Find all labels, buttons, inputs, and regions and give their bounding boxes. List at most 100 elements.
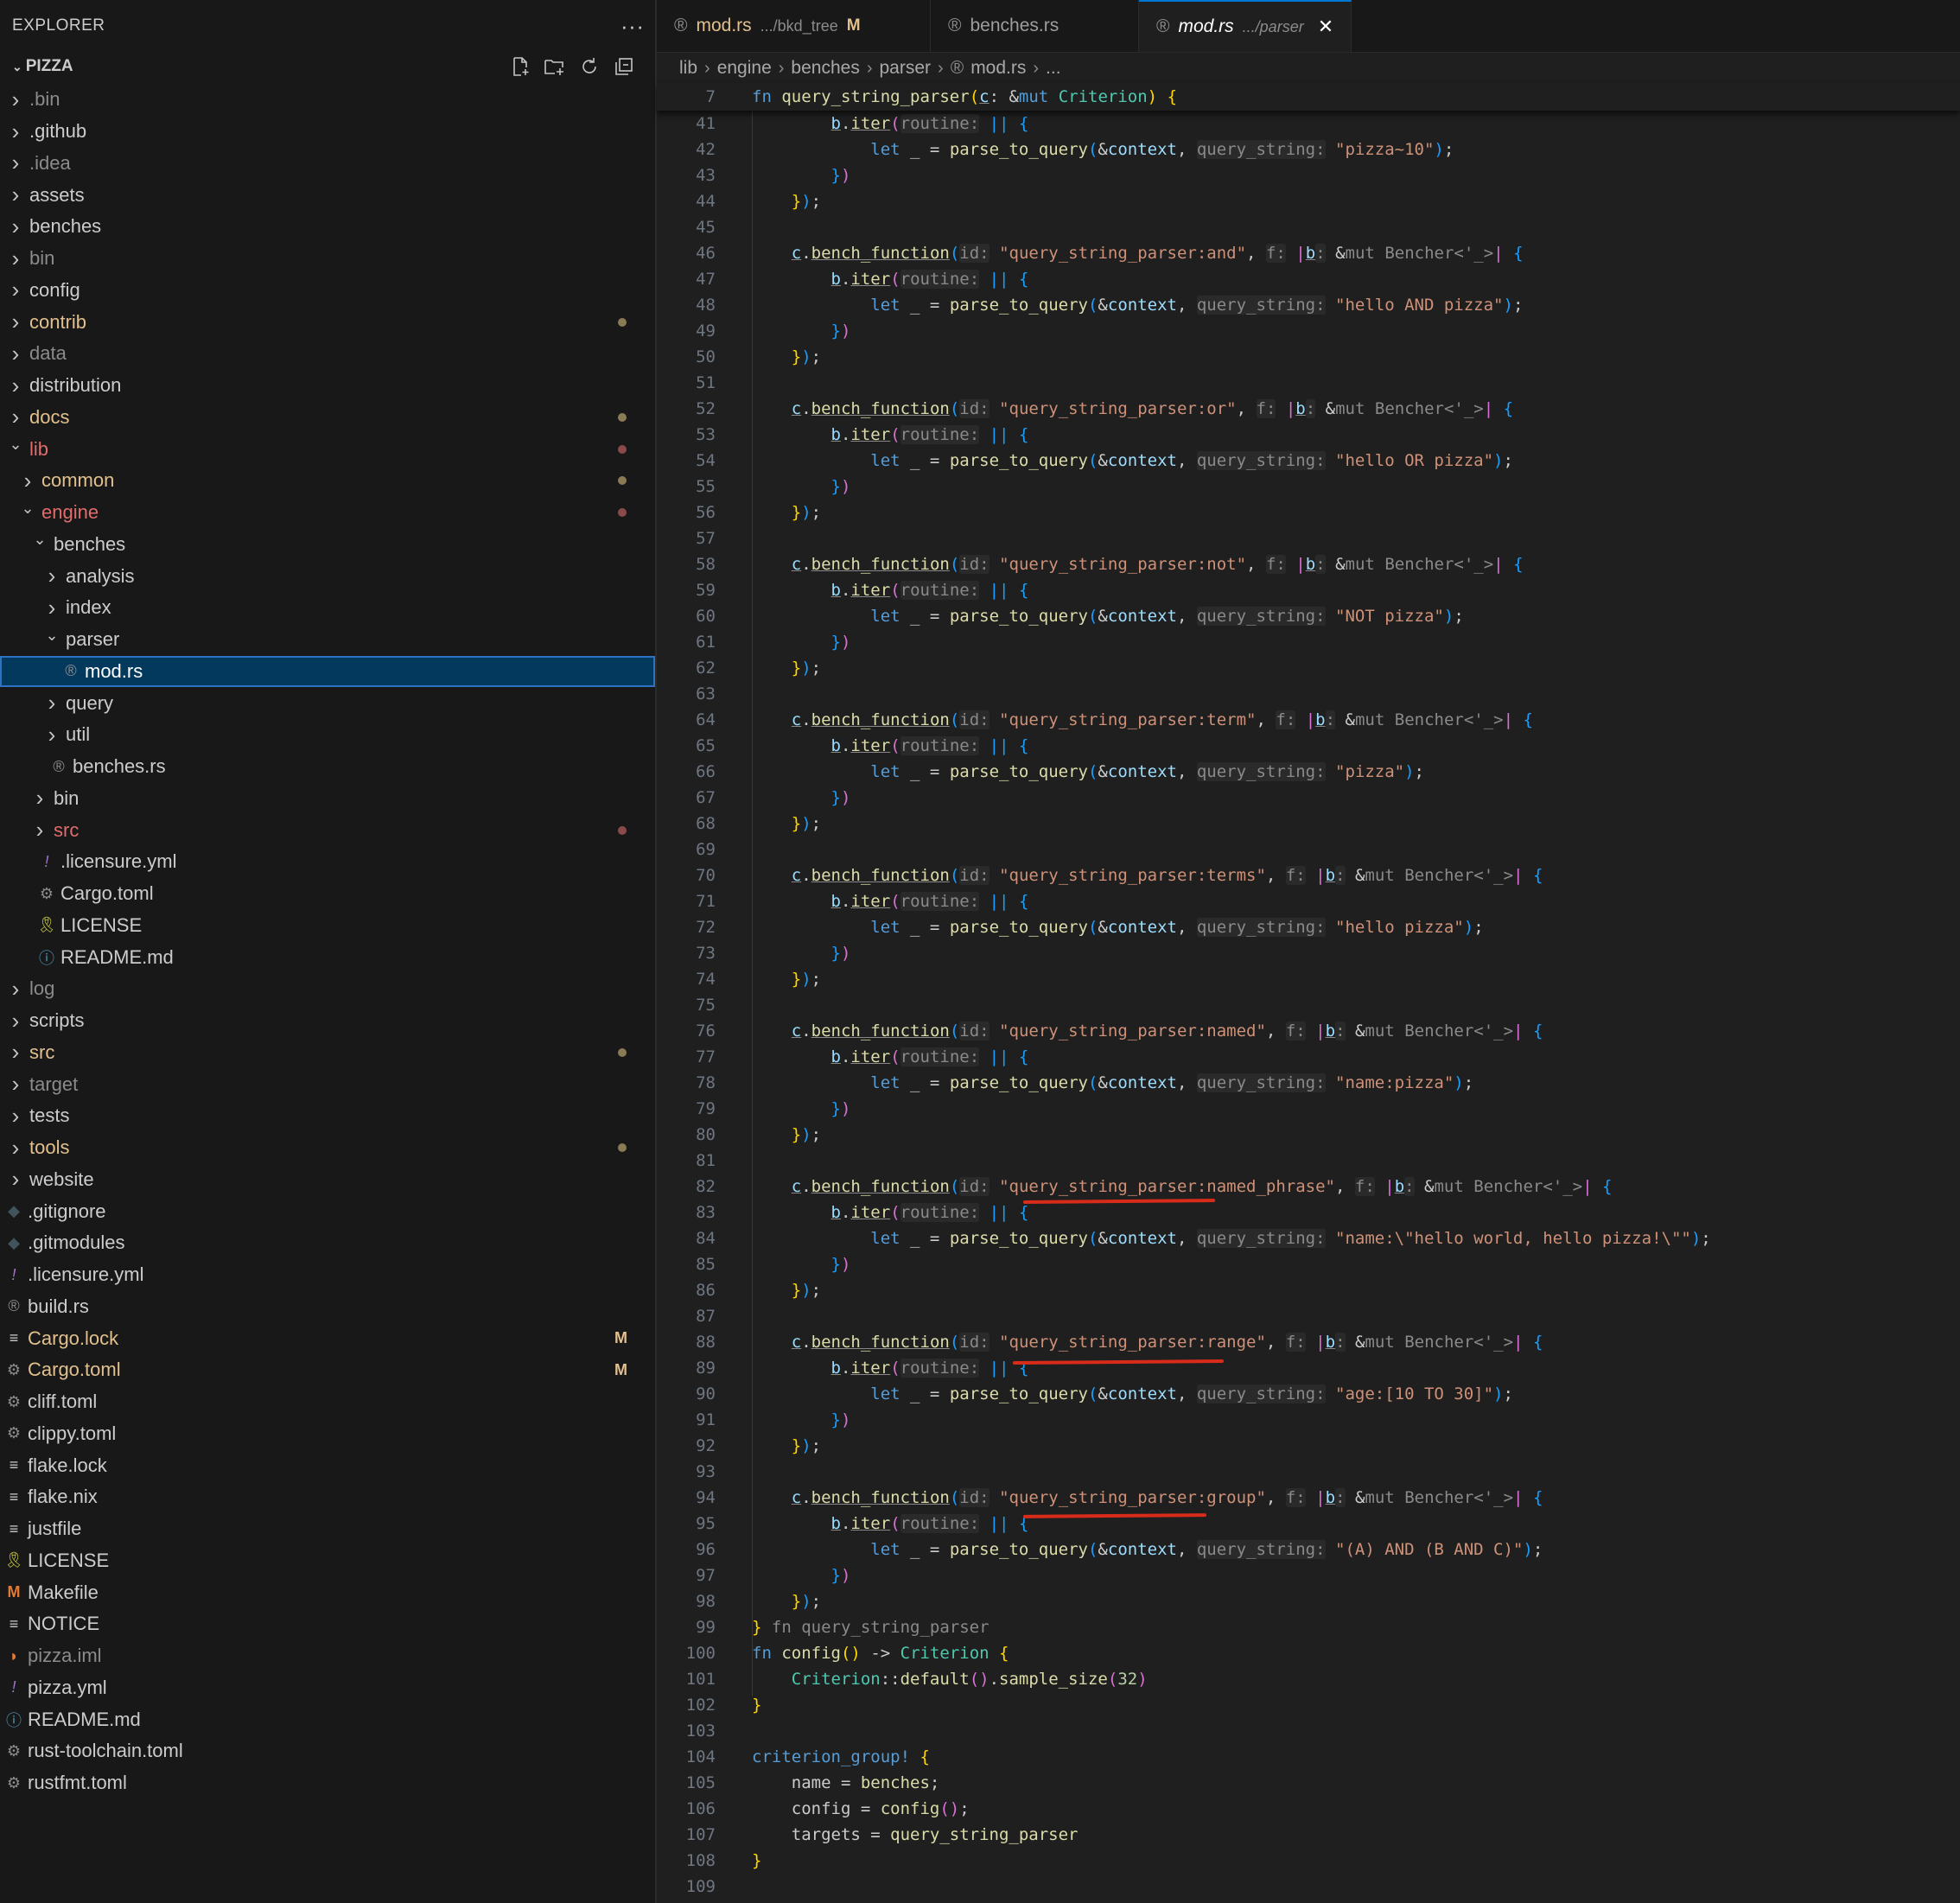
chevron-right-icon[interactable]: › xyxy=(7,150,24,176)
chevron-down-icon[interactable]: ⌄ xyxy=(7,436,24,454)
tree-file[interactable]: ® benches.rs xyxy=(0,751,655,783)
close-icon[interactable]: ✕ xyxy=(1318,16,1333,38)
chevron-down-icon[interactable]: ⌄ xyxy=(19,500,36,518)
project-section-header[interactable]: ⌄ PIZZA xyxy=(0,52,655,81)
chevron-right-icon[interactable]: › xyxy=(7,372,24,399)
tree-folder[interactable]: › analysis xyxy=(0,560,655,592)
chevron-right-icon[interactable]: › xyxy=(19,468,36,494)
tree-folder[interactable]: › target xyxy=(0,1068,655,1100)
tree-folder[interactable]: › scripts xyxy=(0,1005,655,1037)
chevron-right-icon[interactable]: › xyxy=(7,341,24,367)
tree-file[interactable]: ◗ pizza.iml xyxy=(0,1640,655,1672)
tab-mod-rs[interactable]: ® mod.rs .../parser ✕ xyxy=(1139,0,1352,52)
chevron-right-icon[interactable]: › xyxy=(7,976,24,1002)
tree-file[interactable]: ⚙ cliff.toml xyxy=(0,1386,655,1418)
tree-file[interactable]: ⚙ Cargo.toml xyxy=(0,878,655,910)
new-file-icon[interactable] xyxy=(508,54,532,79)
tree-file[interactable]: ⚙ rustfmt.toml xyxy=(0,1767,655,1799)
tree-folder[interactable]: › log xyxy=(0,973,655,1005)
breadcrumb-item[interactable]: mod.rs xyxy=(970,58,1026,79)
code-view[interactable]: 7 fn query_string_parser(c: &mut Criterio… xyxy=(657,83,1960,1900)
more-actions-icon[interactable]: ··· xyxy=(620,13,655,40)
chevron-right-icon[interactable]: › xyxy=(7,1135,24,1162)
tree-file[interactable]: ! .licensure.yml xyxy=(0,846,655,878)
tree-folder[interactable]: ⌄ benches xyxy=(0,529,655,561)
tree-folder[interactable]: › common xyxy=(0,465,655,497)
chevron-right-icon[interactable]: › xyxy=(7,1071,24,1098)
tree-file[interactable]: ® build.rs xyxy=(0,1291,655,1323)
tree-file[interactable]: ! pizza.yml xyxy=(0,1672,655,1704)
tree-folder[interactable]: ⌄ parser xyxy=(0,624,655,656)
tree-folder[interactable]: › assets xyxy=(0,179,655,211)
tree-folder[interactable]: ⌄ engine xyxy=(0,497,655,529)
tree-file[interactable]: ⚙ clippy.toml xyxy=(0,1418,655,1450)
chevron-right-icon[interactable]: › xyxy=(7,1039,24,1066)
chevron-right-icon[interactable]: › xyxy=(7,309,24,335)
chevron-right-icon[interactable]: › xyxy=(43,595,60,621)
tree-folder[interactable]: › util xyxy=(0,719,655,751)
tree-folder[interactable]: › .bin xyxy=(0,84,655,116)
chevron-down-icon[interactable]: ⌄ xyxy=(43,627,60,645)
tree-file[interactable]: ! .licensure.yml xyxy=(0,1259,655,1291)
tree-file[interactable]: ⓘ README.md xyxy=(0,1703,655,1735)
tree-file[interactable]: ⓘ README.md xyxy=(0,941,655,973)
tree-file[interactable]: ⚙ Cargo.toml M xyxy=(0,1354,655,1386)
chevron-right-icon[interactable]: › xyxy=(7,118,24,145)
tree-file[interactable]: ◆ .gitignore xyxy=(0,1195,655,1227)
tree-folder[interactable]: › .idea xyxy=(0,148,655,180)
chevron-right-icon[interactable]: › xyxy=(31,785,48,811)
tree-folder[interactable]: › distribution xyxy=(0,370,655,402)
tab-benches-rs[interactable]: ® benches.rs xyxy=(931,0,1139,52)
tree-file[interactable]: ≡ NOTICE xyxy=(0,1608,655,1640)
chevron-right-icon[interactable]: › xyxy=(7,1008,24,1034)
tree-file[interactable]: 🎗 LICENSE xyxy=(0,1545,655,1577)
refresh-icon[interactable] xyxy=(577,54,601,79)
tree-file[interactable]: ≡ Cargo.lock M xyxy=(0,1322,655,1354)
chevron-right-icon[interactable]: › xyxy=(7,1103,24,1130)
tree-folder[interactable]: › config xyxy=(0,275,655,307)
tree-folder[interactable]: › tools xyxy=(0,1132,655,1164)
tree-folder[interactable]: › data xyxy=(0,338,655,370)
tree-file[interactable]: ◆ .gitmodules xyxy=(0,1227,655,1259)
tab-mod-rs[interactable]: ® mod.rs .../bkd_tree M xyxy=(657,0,931,52)
chevron-right-icon[interactable]: › xyxy=(7,277,24,303)
tree-file[interactable]: ® mod.rs xyxy=(0,655,655,688)
chevron-right-icon[interactable]: › xyxy=(43,690,60,716)
tree-file[interactable]: ⚙ rust-toolchain.toml xyxy=(0,1735,655,1767)
tree-file[interactable]: ≡ justfile xyxy=(0,1513,655,1545)
collapse-icon[interactable] xyxy=(612,54,636,79)
chevron-right-icon[interactable]: › xyxy=(43,722,60,748)
breadcrumb-item[interactable]: parser xyxy=(880,58,932,79)
tree-file[interactable]: ≡ flake.lock xyxy=(0,1449,655,1481)
tree-folder[interactable]: › src xyxy=(0,1037,655,1069)
tree-folder[interactable]: › bin xyxy=(0,243,655,275)
tree-folder[interactable]: ⌄ lib xyxy=(0,433,655,465)
tree-folder[interactable]: › src xyxy=(0,814,655,846)
breadcrumb-item[interactable]: engine xyxy=(717,58,772,79)
tree-folder[interactable]: › .github xyxy=(0,116,655,148)
tree-folder[interactable]: › bin xyxy=(0,783,655,815)
chevron-right-icon[interactable]: › xyxy=(7,181,24,208)
tree-folder[interactable]: › contrib xyxy=(0,306,655,338)
tree-folder[interactable]: › index xyxy=(0,592,655,624)
chevron-right-icon[interactable]: › xyxy=(31,817,48,843)
chevron-right-icon[interactable]: › xyxy=(7,1166,24,1193)
chevron-right-icon[interactable]: › xyxy=(43,563,60,589)
chevron-down-icon[interactable]: ⌄ xyxy=(31,531,48,549)
tree-folder[interactable]: › website xyxy=(0,1164,655,1196)
breadcrumb-item[interactable]: ... xyxy=(1046,58,1061,79)
tree-folder[interactable]: › benches xyxy=(0,211,655,243)
new-folder-icon[interactable] xyxy=(543,54,567,79)
chevron-right-icon[interactable]: › xyxy=(7,404,24,430)
tree-folder[interactable]: › query xyxy=(0,687,655,719)
chevron-right-icon[interactable]: › xyxy=(7,245,24,272)
breadcrumb-item[interactable]: lib xyxy=(679,58,697,79)
tree-file[interactable]: 🎗 LICENSE xyxy=(0,910,655,942)
breadcrumb-item[interactable]: benches xyxy=(791,58,859,79)
tree-file[interactable]: M Makefile xyxy=(0,1576,655,1608)
tree-folder[interactable]: › tests xyxy=(0,1100,655,1132)
chevron-right-icon[interactable]: › xyxy=(7,86,24,113)
tree-folder[interactable]: › docs xyxy=(0,402,655,434)
tree-file[interactable]: ≡ flake.nix xyxy=(0,1481,655,1513)
chevron-right-icon[interactable]: › xyxy=(7,213,24,240)
